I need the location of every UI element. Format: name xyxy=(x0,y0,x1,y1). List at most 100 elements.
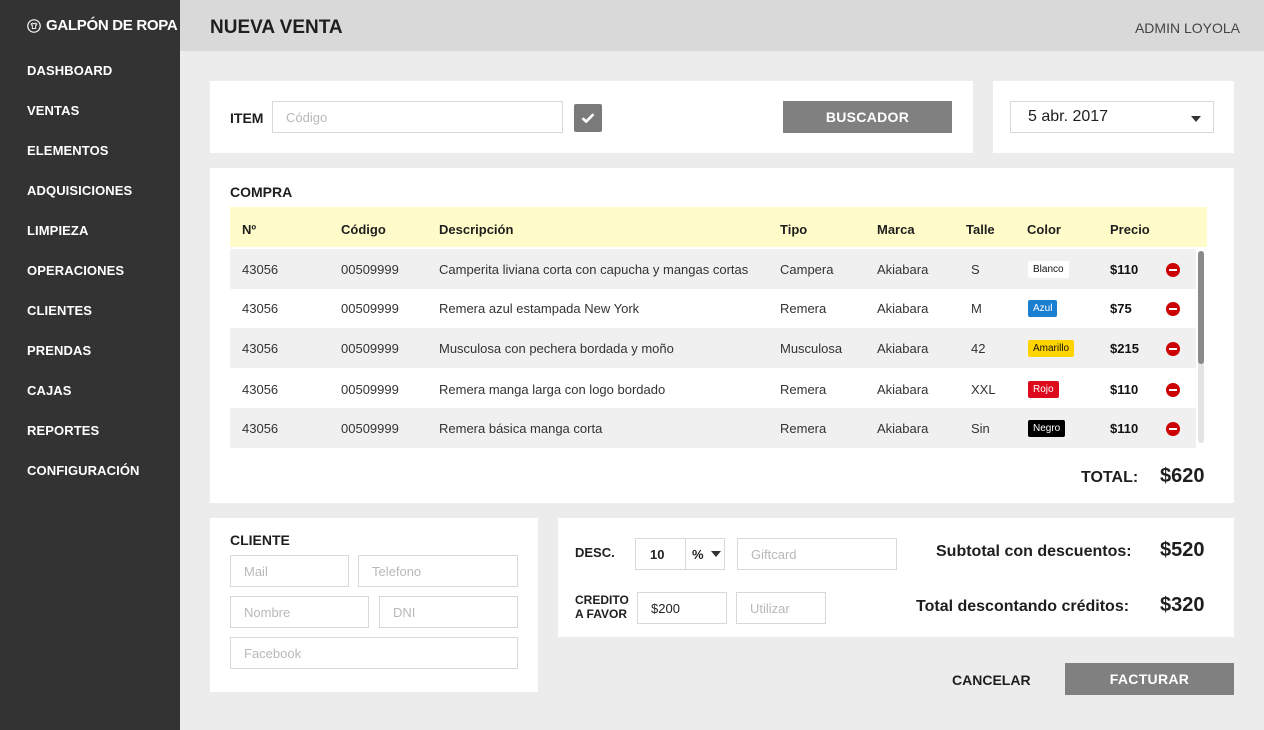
cell-description: Remera manga larga con logo bordado xyxy=(439,382,666,397)
table-row: 43056 00509999 Musculosa con pechera borda… xyxy=(230,328,1196,368)
item-panel: ITEM Código BUSCADOR xyxy=(210,81,973,153)
remove-item-icon[interactable] xyxy=(1166,302,1180,316)
sidebar-item-adquisiciones[interactable]: ADQUISICIONES xyxy=(27,181,140,221)
cell-price: $75 xyxy=(1110,301,1132,316)
sidebar-item-clientes[interactable]: CLIENTES xyxy=(27,301,140,341)
cell-num: 43056 xyxy=(242,382,279,397)
client-phone-input[interactable]: Telefono xyxy=(358,555,518,587)
date-panel: 5 abr. 2017 xyxy=(993,81,1234,153)
client-title: CLIENTE xyxy=(230,532,290,548)
table-row: 43056 00509999 Remera básica manga corta Re… xyxy=(230,408,1196,448)
discount-value: 10 xyxy=(650,547,665,562)
chevron-down-icon xyxy=(711,551,721,557)
cell-description: Remera azul estampada New York xyxy=(439,301,640,316)
cell-code: 00509999 xyxy=(341,382,399,397)
user-menu[interactable]: ADMIN LOYOLA xyxy=(1135,20,1240,36)
client-name-input[interactable]: Nombre xyxy=(230,596,369,628)
discounts-panel: DESC. 10 % Giftcard CREDITO A FAVOR $200… xyxy=(558,518,1234,637)
sidebar-item-elementos[interactable]: ELEMENTOS xyxy=(27,141,140,181)
cell-size: S xyxy=(971,262,980,277)
cell-code: 00509999 xyxy=(341,341,399,356)
sidebar-item-operaciones[interactable]: OPERACIONES xyxy=(27,261,140,301)
cell-price: $110 xyxy=(1110,382,1139,397)
cell-type: Remera xyxy=(780,301,827,316)
total-label: TOTAL: xyxy=(1081,469,1139,486)
cell-type: Remera xyxy=(780,382,827,397)
color-badge: Negro xyxy=(1028,420,1066,437)
cell-brand: Akiabara xyxy=(877,341,929,356)
date-select[interactable]: 5 abr. 2017 xyxy=(1010,101,1214,133)
table-row: 43056 00509999 Remera manga larga con logo… xyxy=(230,369,1196,409)
client-dni-input[interactable]: DNI xyxy=(379,596,518,628)
sidebar-item-ventas[interactable]: VENTAS xyxy=(27,101,140,141)
invoice-button[interactable]: FACTURAR xyxy=(1065,663,1234,695)
remove-item-icon[interactable] xyxy=(1166,383,1180,397)
color-badge: Azul xyxy=(1028,300,1058,317)
sidebar-item-configuracion[interactable]: CONFIGURACIÓN xyxy=(27,461,140,501)
brand-logo[interactable]: GALPÓN DE ROPA xyxy=(27,17,178,34)
color-badge: Blanco xyxy=(1028,261,1069,278)
client-facebook-input[interactable]: Facebook xyxy=(230,637,518,669)
client-mail-input[interactable]: Mail xyxy=(230,555,349,587)
scrollbar-thumb[interactable] xyxy=(1198,251,1204,364)
cell-price: $110 xyxy=(1110,262,1139,277)
discount-unit: % xyxy=(692,546,704,562)
giftcard-input[interactable]: Giftcard xyxy=(737,538,897,570)
col-description: Descripción xyxy=(439,222,514,237)
discount-label: DESC. xyxy=(575,545,615,560)
subtotal-label: Subtotal con descuentos: xyxy=(936,543,1132,560)
table-scrollbar[interactable] xyxy=(1198,251,1204,443)
chevron-down-icon xyxy=(1191,116,1201,122)
color-badge: Rojo xyxy=(1028,381,1059,398)
cell-price: $110 xyxy=(1110,421,1139,436)
cell-brand: Akiabara xyxy=(877,421,929,436)
table-header: Nº Código Descripción Tipo Marca Talle C… xyxy=(230,207,1207,247)
sidebar-nav: DASHBOARD VENTAS ELEMENTOS ADQUISICIONES… xyxy=(27,61,140,501)
cell-description: Camperita liviana corta con capucha y ma… xyxy=(439,262,749,277)
cell-size: Sin xyxy=(971,421,990,436)
cancel-button[interactable]: CANCELAR xyxy=(952,672,1031,688)
client-panel: CLIENTE Mail Telefono Nombre DNI Faceboo… xyxy=(210,518,538,692)
cell-brand: Akiabara xyxy=(877,262,929,277)
col-type: Tipo xyxy=(780,222,808,237)
table-row: 43056 00509999 Remera azul estampada New Y… xyxy=(230,288,1196,328)
sidebar-item-reportes[interactable]: REPORTES xyxy=(27,421,140,461)
purchase-title: COMPRA xyxy=(230,184,293,200)
cell-description: Remera básica manga corta xyxy=(439,421,603,436)
confirm-item-button[interactable] xyxy=(574,104,602,132)
remove-item-icon[interactable] xyxy=(1166,422,1180,436)
cell-price: $215 xyxy=(1110,341,1139,356)
cell-code: 00509999 xyxy=(341,421,399,436)
item-code-input[interactable]: Código xyxy=(272,101,563,133)
col-code: Código xyxy=(341,222,386,237)
cell-brand: Akiabara xyxy=(877,382,929,397)
cell-code: 00509999 xyxy=(341,301,399,316)
search-catalog-button[interactable]: BUSCADOR xyxy=(783,101,952,133)
cell-code: 00509999 xyxy=(341,262,399,277)
discount-value-input[interactable]: 10 % xyxy=(635,538,725,570)
sidebar-item-prendas[interactable]: PRENDAS xyxy=(27,341,140,381)
check-icon xyxy=(581,113,595,124)
sidebar-item-limpieza[interactable]: LIMPIEZA xyxy=(27,221,140,261)
net-total-value: $320 xyxy=(1160,594,1205,616)
credit-label: CREDITO A FAVOR xyxy=(575,593,629,621)
credit-value-input[interactable]: $200 xyxy=(637,592,727,624)
cell-num: 43056 xyxy=(242,421,279,436)
item-label: ITEM xyxy=(230,110,264,126)
discount-unit-select[interactable]: % xyxy=(685,538,725,570)
remove-item-icon[interactable] xyxy=(1166,263,1180,277)
page-title: NUEVA VENTA xyxy=(210,17,343,38)
table-row: 43056 00509999 Camperita liviana corta con… xyxy=(230,249,1196,289)
top-bar: NUEVA VENTA ADMIN LOYOLA xyxy=(180,0,1264,51)
sidebar-item-dashboard[interactable]: DASHBOARD xyxy=(27,61,140,101)
shirt-logo-icon xyxy=(27,18,41,33)
cell-size: M xyxy=(971,301,982,316)
sidebar-item-cajas[interactable]: CAJAS xyxy=(27,381,140,421)
col-brand: Marca xyxy=(877,222,915,237)
col-num: Nº xyxy=(242,222,257,237)
brand-name: GALPÓN DE ROPA xyxy=(46,17,178,34)
remove-item-icon[interactable] xyxy=(1166,342,1180,356)
total-value: $620 xyxy=(1160,465,1205,487)
use-credit-input[interactable]: Utilizar xyxy=(736,592,826,624)
cell-brand: Akiabara xyxy=(877,301,929,316)
